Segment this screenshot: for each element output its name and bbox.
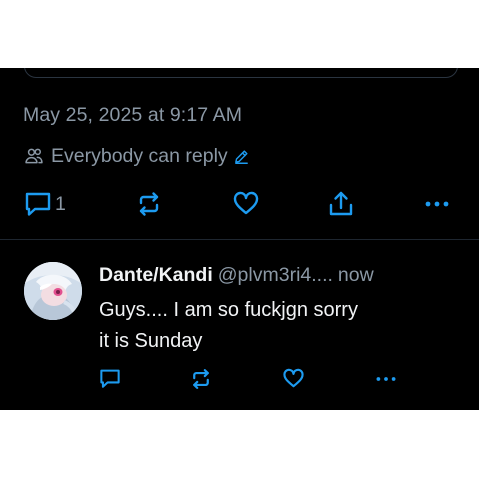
reply-time: now <box>337 264 374 286</box>
reply-repost-button[interactable] <box>190 368 212 390</box>
quoted-embed-edge[interactable] <box>24 68 458 78</box>
like-button[interactable] <box>232 190 260 216</box>
post-timestamp: May 25, 2025 at 9:17 AM <box>23 104 243 126</box>
reply-button[interactable]: 1 <box>24 191 66 217</box>
repost-icon <box>139 192 159 216</box>
reply-setting-label: Everybody can reply <box>51 144 228 167</box>
post-thread-view: May 25, 2025 at 9:17 AM Everybody can re… <box>0 68 479 410</box>
more-icon <box>376 377 396 381</box>
comment-icon <box>25 192 51 216</box>
more-button[interactable] <box>424 191 450 217</box>
reply-more-button[interactable] <box>374 368 398 390</box>
repost-button[interactable] <box>136 191 162 217</box>
reply-like-button[interactable] <box>282 367 305 389</box>
divider <box>0 239 479 240</box>
pencil-icon[interactable] <box>233 148 250 165</box>
reply-header: Dante/Kandi @plvm3ri4.... now <box>99 264 374 287</box>
reply-reply-button[interactable] <box>99 368 121 389</box>
reply-display-name[interactable]: Dante/Kandi <box>99 264 213 286</box>
reply-text-line: it is Sunday <box>99 330 203 352</box>
reply-text-line: Guys.... I am so fuckjgn sorry <box>99 299 358 321</box>
avatar[interactable] <box>24 262 82 320</box>
share-button[interactable] <box>328 190 354 218</box>
share-icon <box>329 191 353 216</box>
reply-handle[interactable]: @plvm3ri4.... <box>218 264 333 286</box>
comment-icon <box>100 369 120 388</box>
people-icon <box>25 148 43 164</box>
more-icon <box>425 201 449 207</box>
heart-icon <box>233 191 259 215</box>
repost-icon <box>193 369 209 389</box>
reply-setting[interactable]: Everybody can reply <box>24 144 250 168</box>
heart-icon <box>283 368 304 388</box>
reply-count: 1 <box>55 192 66 215</box>
